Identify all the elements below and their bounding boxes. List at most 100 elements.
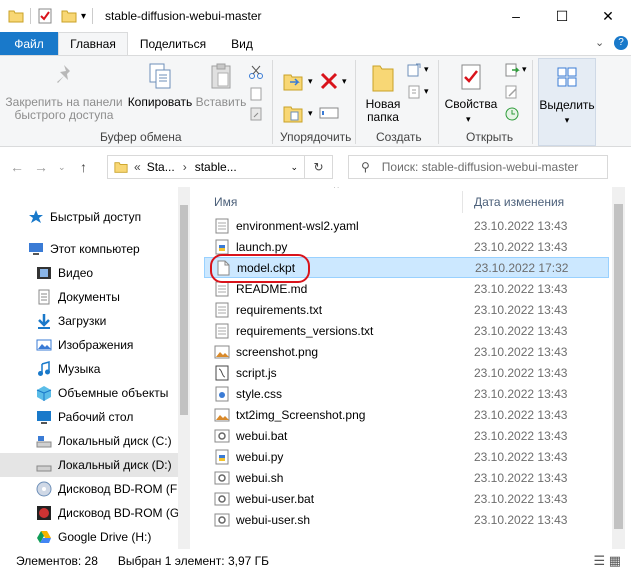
script-file-icon — [215, 365, 229, 380]
chevron-down-icon[interactable]: ▾ — [424, 64, 429, 75]
file-date: 23.10.2022 13:43 — [474, 428, 568, 443]
file-date: 23.10.2022 13:43 — [474, 302, 568, 317]
nav-desktop[interactable]: Рабочий стол — [0, 405, 178, 429]
collapse-ribbon-icon[interactable]: ⌄ — [595, 36, 604, 49]
paste-button[interactable]: Вставить — [194, 62, 248, 109]
new-item-icon[interactable] — [406, 62, 422, 78]
file-row[interactable]: webui.bat 23.10.2022 13:43 — [204, 425, 609, 446]
nav-video[interactable]: Видео — [0, 261, 178, 285]
nav-bd-rom-g[interactable]: Дисковод BD-ROM (G:) — [0, 501, 187, 525]
nav-music[interactable]: Музыка — [0, 357, 178, 381]
help-icon[interactable]: ? — [614, 36, 628, 50]
file-row[interactable]: environment-wsl2.yaml 23.10.2022 13:43 — [204, 215, 609, 236]
nav-scrollbar[interactable] — [178, 187, 190, 549]
properties-icon — [461, 64, 481, 90]
cut-icon[interactable] — [248, 64, 264, 80]
properties-quick-icon[interactable] — [37, 8, 53, 24]
file-row[interactable]: webui-user.sh 23.10.2022 13:43 — [204, 509, 609, 530]
tab-view[interactable]: Вид — [220, 32, 264, 55]
copy-to-icon[interactable] — [282, 102, 306, 126]
copy-path-icon[interactable] — [248, 86, 264, 102]
file-row[interactable]: txt2img_Screenshot.png 23.10.2022 13:43 — [204, 404, 609, 425]
select-button[interactable]: Выделить ▾ — [538, 58, 596, 146]
move-to-icon[interactable] — [282, 70, 306, 94]
chevron-down-icon[interactable]: ▾ — [424, 86, 429, 97]
rename-icon[interactable] — [318, 102, 340, 124]
group-divider — [355, 60, 356, 144]
chevron-down-icon[interactable]: ▾ — [308, 76, 313, 87]
chevron-down-icon[interactable]: ▾ — [466, 114, 471, 125]
file-row[interactable]: webui.sh 23.10.2022 13:43 — [204, 467, 609, 488]
file-list-scrollbar[interactable] — [612, 187, 625, 549]
breadcrumb-part[interactable]: Sta... — [147, 160, 175, 174]
nav-downloads[interactable]: Загрузки — [0, 309, 178, 333]
copy-button[interactable]: Копировать — [126, 62, 194, 109]
column-divider[interactable] — [462, 191, 463, 213]
nav-quick-access[interactable]: Быстрый доступ — [0, 205, 178, 229]
file-row[interactable]: webui.py 23.10.2022 13:43 — [204, 446, 609, 467]
scroll-thumb[interactable] — [614, 204, 623, 529]
paste-shortcut-icon[interactable] — [248, 106, 264, 122]
tab-share[interactable]: Поделиться — [130, 32, 216, 55]
chevron-down-icon[interactable]: ⌄ — [290, 162, 298, 173]
disc-icon — [37, 506, 51, 520]
file-row[interactable]: requirements_versions.txt 23.10.2022 13:4… — [204, 320, 609, 341]
edit-icon[interactable] — [504, 84, 520, 100]
column-header-date[interactable]: Дата изменения — [474, 191, 564, 213]
ribbon-tabs: Файл Главная Поделиться Вид ⌄ ? — [0, 32, 631, 55]
drive-icon — [36, 436, 52, 448]
file-row[interactable]: requirements.txt 23.10.2022 13:43 — [204, 299, 609, 320]
tab-home[interactable]: Главная — [58, 32, 128, 55]
recent-locations-icon[interactable]: ⌄ — [58, 162, 66, 173]
file-name: webui.bat — [236, 428, 288, 443]
refresh-button[interactable]: ↻ — [305, 155, 333, 179]
forward-arrow-icon[interactable]: → — [34, 159, 48, 175]
nav-documents[interactable]: Документы — [0, 285, 178, 309]
chevron-down-icon[interactable]: ▾ — [522, 64, 527, 75]
file-row[interactable]: screenshot.png 23.10.2022 13:43 — [204, 341, 609, 362]
open-icon[interactable] — [504, 62, 520, 78]
easy-access-icon[interactable] — [406, 84, 422, 100]
file-row[interactable]: script.js 23.10.2022 13:43 — [204, 362, 609, 383]
file-row[interactable]: webui-user.bat 23.10.2022 13:43 — [204, 488, 609, 509]
file-date: 23.10.2022 13:43 — [474, 365, 568, 380]
path-overflow-icon[interactable]: « — [134, 160, 141, 174]
history-icon[interactable] — [504, 106, 520, 122]
nav-bd-rom-f[interactable]: Дисковод BD-ROM (F:) — [0, 477, 185, 501]
chevron-down-icon[interactable]: ▾ — [308, 108, 313, 119]
nav-google-drive[interactable]: Google Drive (H:) — [0, 525, 178, 549]
minimize-button[interactable]: – — [493, 0, 539, 32]
back-arrow-icon[interactable]: ← — [10, 159, 24, 175]
nav-pictures[interactable]: Изображения — [0, 333, 178, 357]
desktop-icon — [37, 411, 51, 424]
pictures-icon — [36, 339, 52, 351]
sort-ascending-icon: ^ — [334, 187, 339, 194]
download-icon — [38, 314, 50, 329]
address-field[interactable]: « Sta... › stable... ⌄ — [107, 155, 305, 179]
nav-drive-c[interactable]: Локальный диск (C:) — [0, 429, 178, 453]
chevron-down-icon[interactable]: ▾ — [342, 76, 347, 87]
search-input[interactable]: ⚲ Поиск: stable-diffusion-webui-master — [348, 155, 608, 179]
breadcrumb-part[interactable]: stable... — [195, 160, 237, 174]
nav-label: Видео — [58, 266, 94, 280]
new-folder-quick-icon[interactable] — [61, 8, 77, 24]
file-row[interactable]: style.css 23.10.2022 13:43 — [204, 383, 609, 404]
close-button[interactable]: ✕ — [585, 0, 631, 32]
chevron-down-icon[interactable]: ▾ — [81, 11, 86, 22]
nav-this-pc[interactable]: Этот компьютер — [0, 237, 178, 261]
pin-quick-access-button[interactable]: Закрепить на панели быстрого доступа — [4, 62, 124, 122]
maximize-button[interactable]: ☐ — [539, 0, 585, 32]
group-divider — [438, 60, 439, 144]
scroll-thumb[interactable] — [180, 205, 188, 415]
nav-drive-d[interactable]: Локальный диск (D:) — [0, 453, 178, 477]
tab-file[interactable]: Файл — [0, 32, 58, 55]
nav-3d-objects[interactable]: Объемные объекты — [0, 381, 178, 405]
view-toggle-icons[interactable]: ☰ ▦ — [593, 553, 621, 569]
up-arrow-icon[interactable]: ↑ — [80, 159, 87, 175]
nav-label: Дисковод BD-ROM (G:) — [58, 506, 187, 520]
column-header-name[interactable]: Имя — [214, 191, 237, 213]
nav-label: Изображения — [58, 338, 134, 352]
new-folder-button[interactable]: Новая папка — [360, 62, 406, 124]
delete-icon[interactable] — [318, 70, 340, 92]
properties-button[interactable]: Свойства — [442, 62, 500, 111]
